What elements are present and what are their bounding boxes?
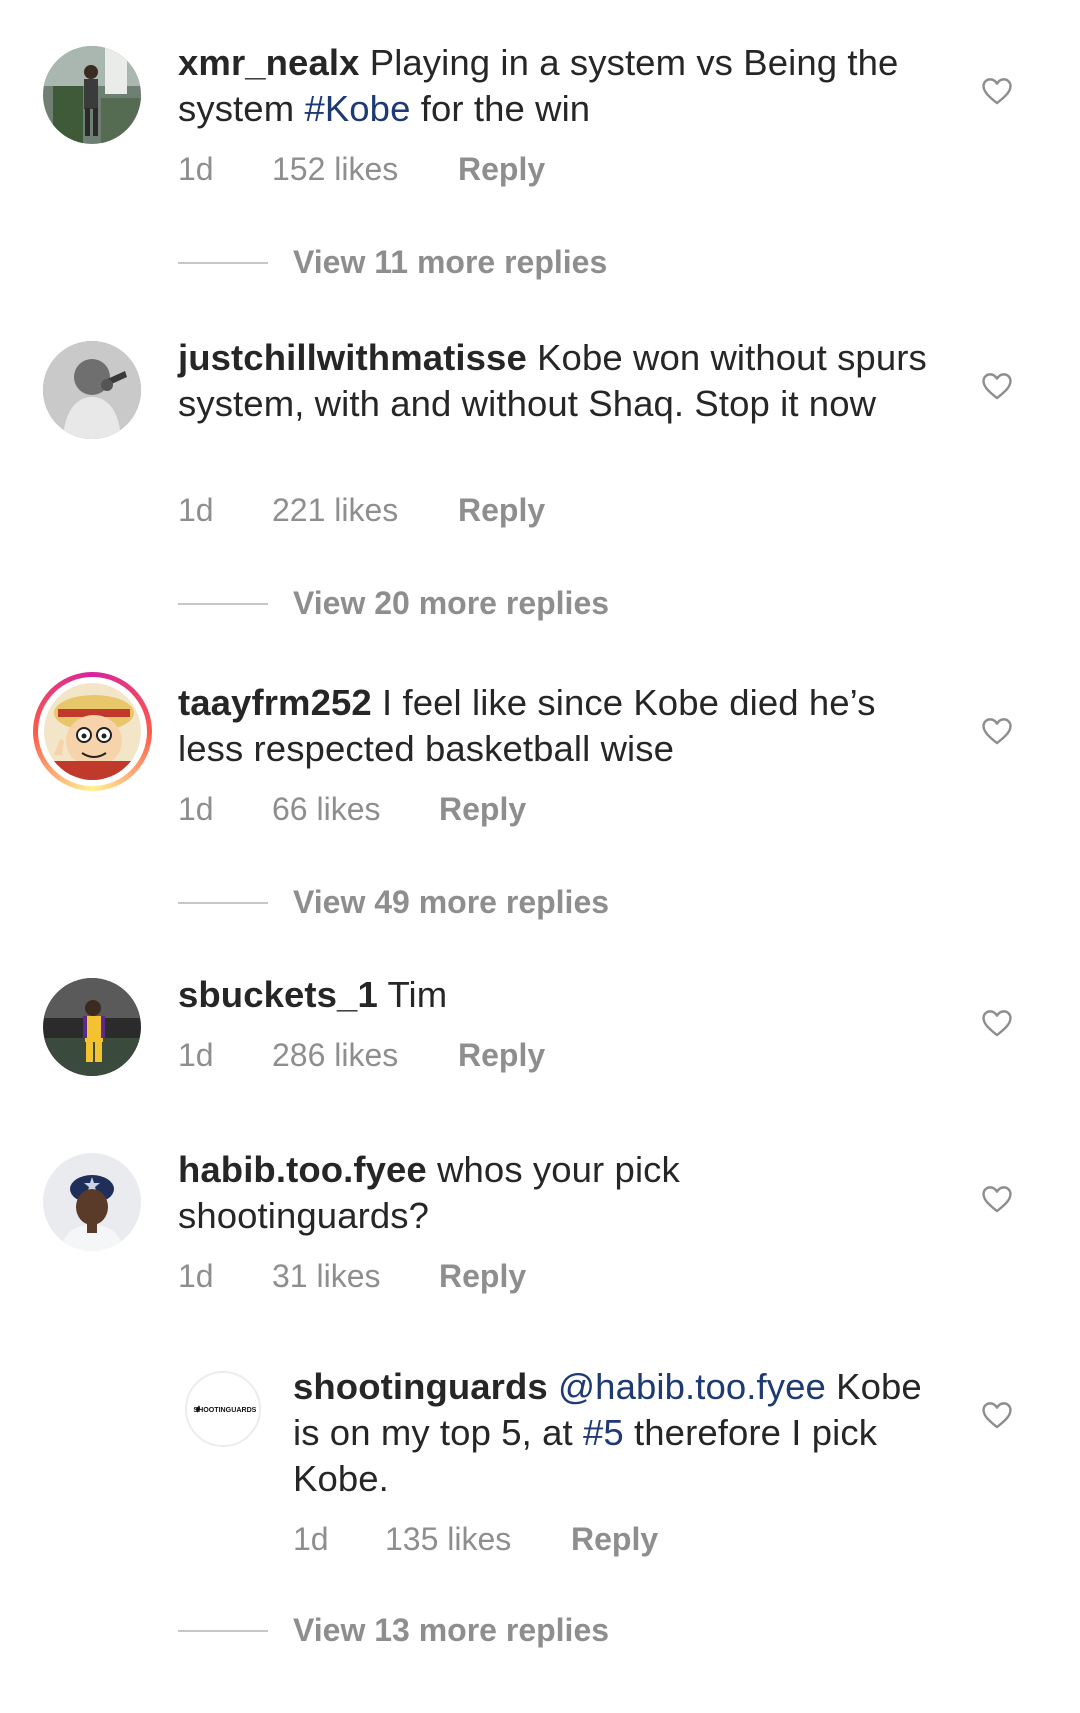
like-button[interactable] [980, 714, 1014, 748]
comment-text: xmr_nealx Playing in a system vs Being t… [178, 40, 938, 132]
comment-text: sbuckets_1 Tim [178, 972, 938, 1018]
comment-meta: 1d 66 likes Reply [178, 789, 526, 829]
divider-line [178, 262, 268, 264]
comment-meta: 1d 31 likes Reply [178, 1256, 526, 1296]
reply-button[interactable]: Reply [458, 490, 545, 530]
username[interactable]: shootinguards [293, 1366, 548, 1407]
comment-meta: 1d 135 likes Reply [293, 1519, 658, 1559]
reply-button[interactable]: Reply [439, 1256, 526, 1296]
heart-outline-icon [982, 78, 1012, 105]
avatar[interactable] [43, 341, 141, 439]
username[interactable]: xmr_nealx [178, 42, 360, 83]
like-button[interactable] [980, 1006, 1014, 1040]
username[interactable]: habib.too.fyee [178, 1149, 427, 1190]
heart-outline-icon [982, 1010, 1012, 1037]
likes-count[interactable]: 221 likes [272, 490, 458, 530]
comment-time: 1d [178, 1258, 214, 1294]
username[interactable]: justchillwithmatisse [178, 337, 527, 378]
likes-count[interactable]: 152 likes [272, 149, 458, 189]
view-more-replies[interactable]: View 49 more replies [0, 882, 1080, 922]
reply-button[interactable]: Reply [571, 1519, 658, 1559]
avatar[interactable] [43, 46, 141, 144]
comment-time: 1d [178, 1037, 214, 1073]
heart-outline-icon [982, 373, 1012, 400]
reply-button[interactable]: Reply [458, 1035, 545, 1075]
mention-link[interactable]: @habib.too.fyee [558, 1366, 826, 1407]
avatar-story-ring[interactable] [33, 672, 152, 791]
view-more-label[interactable]: View 13 more replies [293, 1610, 609, 1650]
divider-line [178, 1630, 268, 1632]
comment-text: habib.too.fyee whos your pick shootingua… [178, 1147, 938, 1239]
comment-text: taayfrm252 I feel like since Kobe died h… [178, 680, 938, 772]
divider-line [178, 902, 268, 904]
like-button[interactable] [980, 74, 1014, 108]
view-more-label[interactable]: View 11 more replies [293, 242, 607, 282]
view-more-replies[interactable]: View 11 more replies [0, 242, 1080, 282]
likes-count[interactable]: 66 likes [272, 789, 439, 829]
like-button[interactable] [980, 1398, 1014, 1432]
comment-text-part: for the win [410, 88, 591, 129]
divider-line [178, 603, 268, 605]
likes-count[interactable]: 31 likes [272, 1256, 439, 1296]
username[interactable]: taayfrm252 [178, 682, 372, 723]
view-more-label[interactable]: View 20 more replies [293, 583, 609, 623]
heart-outline-icon [982, 1186, 1012, 1213]
comment-meta: 1d 286 likes Reply [178, 1035, 545, 1075]
reply-button[interactable]: Reply [458, 149, 545, 189]
avatar[interactable] [43, 978, 141, 1076]
like-button[interactable] [980, 369, 1014, 403]
view-more-replies[interactable]: View 20 more replies [0, 583, 1080, 623]
view-more-label[interactable]: View 49 more replies [293, 882, 609, 922]
likes-count[interactable]: 135 likes [385, 1519, 571, 1559]
like-button[interactable] [980, 1182, 1014, 1216]
logo-wordmark: SHOOTINGUARDS [193, 1406, 256, 1414]
heart-outline-icon [982, 1402, 1012, 1429]
username[interactable]: sbuckets_1 [178, 974, 378, 1015]
avatar[interactable]: SHOOTINGUARDS [185, 1371, 261, 1447]
view-more-replies[interactable]: View 13 more replies [0, 1610, 1080, 1650]
comment-text-part: Tim [387, 974, 448, 1015]
comment-meta: 1d 221 likes Reply [178, 490, 545, 530]
comment-meta: 1d 152 likes Reply [178, 149, 545, 189]
comment-time: 1d [178, 151, 214, 187]
hashtag-link[interactable]: #5 [583, 1412, 624, 1453]
comment-time: 1d [293, 1521, 329, 1557]
avatar[interactable] [43, 1153, 141, 1251]
comment-text: justchillwithmatisse Kobe won without sp… [178, 335, 948, 427]
likes-count[interactable]: 286 likes [272, 1035, 458, 1075]
comment-time: 1d [178, 492, 214, 528]
comment-time: 1d [178, 791, 214, 827]
heart-outline-icon [982, 718, 1012, 745]
hashtag-link[interactable]: #Kobe [304, 88, 410, 129]
reply-button[interactable]: Reply [439, 789, 526, 829]
comment-text: shootinguards @habib.too.fyee Kobe is on… [293, 1364, 948, 1502]
